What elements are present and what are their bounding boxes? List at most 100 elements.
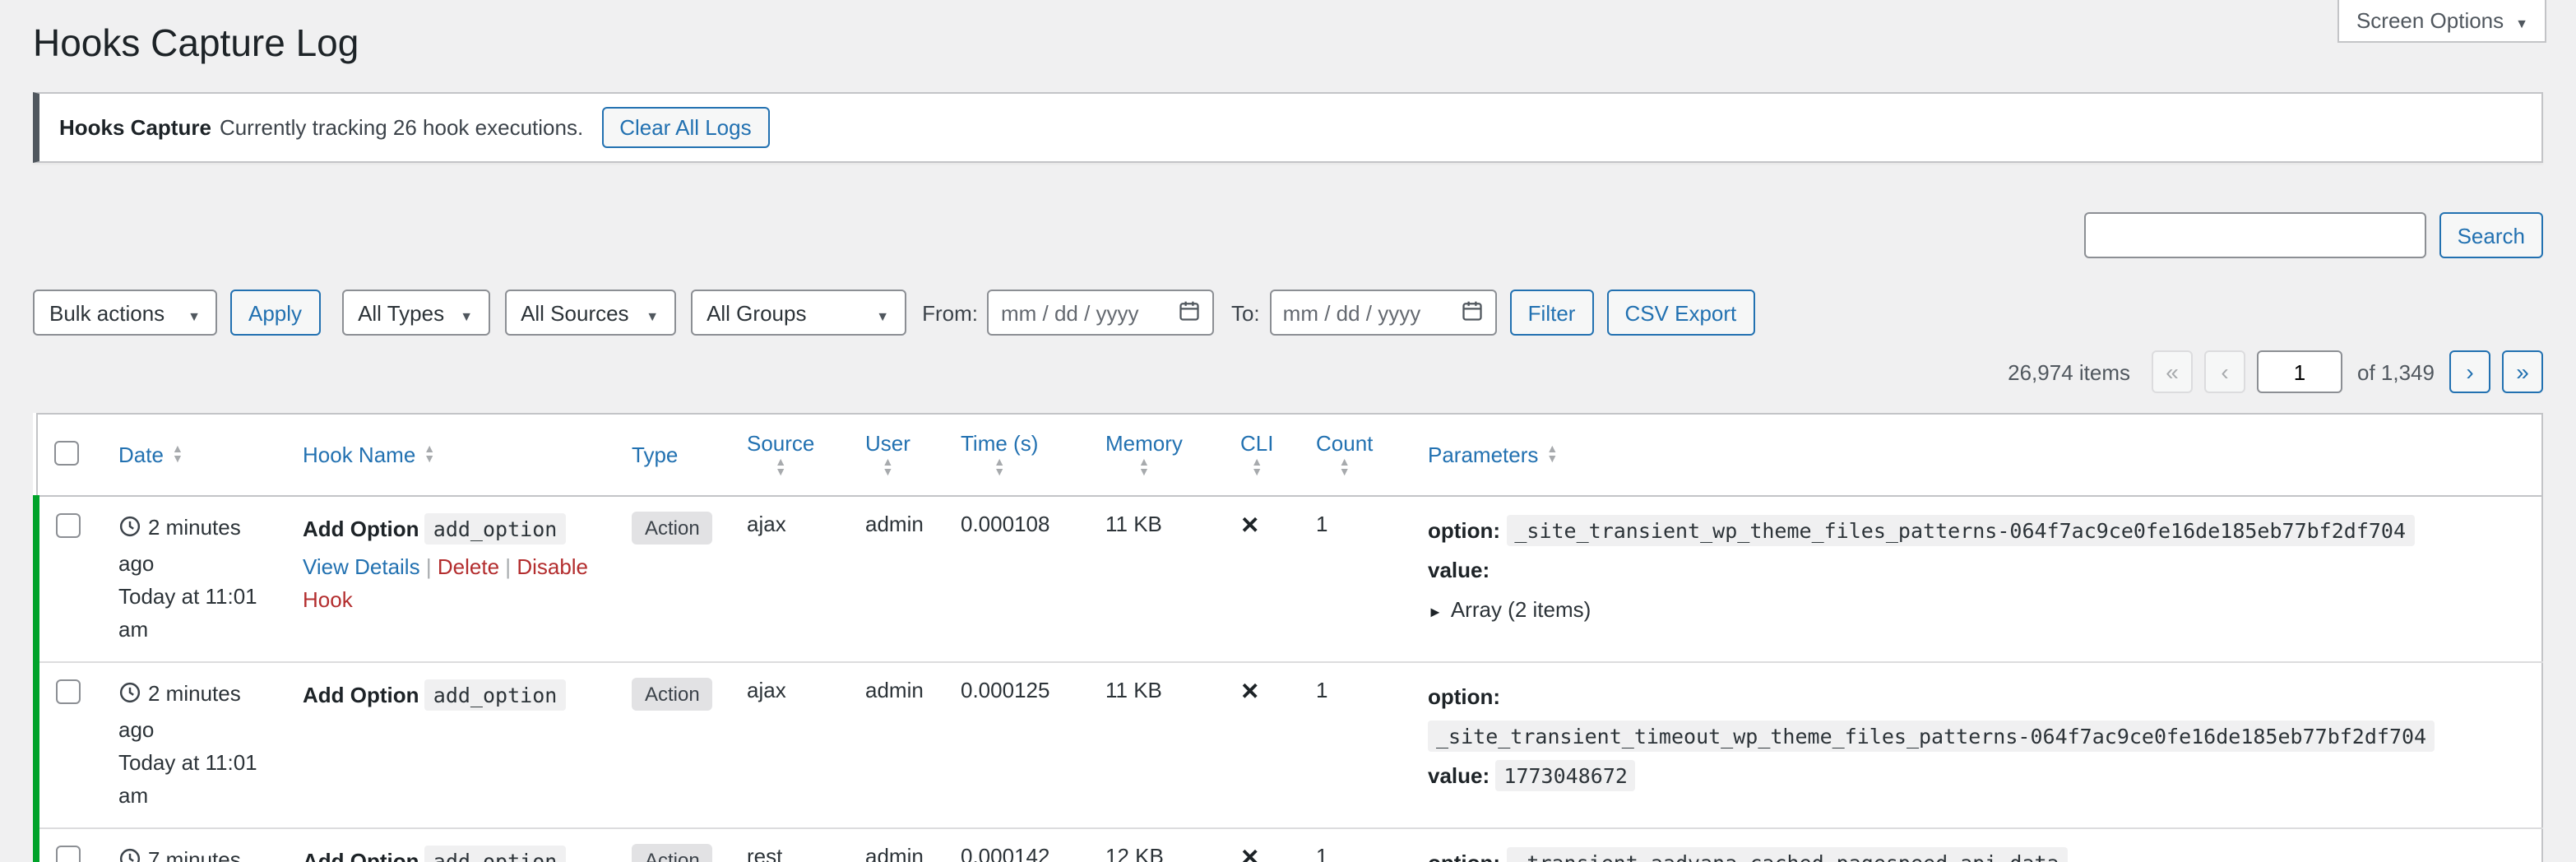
sort-icon [1339, 460, 1351, 480]
source-cell: ajax [734, 496, 852, 662]
table-row: 7 minutes ago Add Option add_option Acti… [36, 828, 2542, 862]
sort-icon [1138, 460, 1150, 480]
array-toggle-label[interactable]: Array (2 items) [1451, 597, 1591, 622]
apply-button[interactable]: Apply [230, 290, 320, 336]
type-cell: Action [619, 496, 734, 662]
bulk-actions-select[interactable]: Bulk actions [33, 290, 217, 336]
next-page-button[interactable]: › [2449, 350, 2490, 393]
type-cell: Action [619, 828, 734, 862]
search-button[interactable]: Search [2439, 212, 2543, 258]
hook-action-label: Add Option [303, 517, 419, 541]
date-placeholder: mm / dd / yyyy [1001, 300, 1139, 325]
screen-options-button[interactable]: Screen Options [2338, 0, 2546, 43]
calendar-icon[interactable] [1179, 299, 1202, 327]
table-header-row: Date Hook Name Type Source User Time (s) [36, 414, 2542, 496]
source-cell: ajax [734, 662, 852, 828]
column-label: Date [118, 443, 164, 467]
sort-icon [883, 460, 894, 480]
column-label: Count [1316, 432, 1373, 456]
column-header-date[interactable]: Date [105, 414, 290, 496]
row-checkbox[interactable] [56, 679, 81, 704]
column-label: Type [632, 443, 678, 467]
cross-icon: ✕ [1240, 844, 1259, 862]
first-page-button[interactable]: « [2152, 350, 2193, 393]
column-label: Source [747, 432, 814, 456]
view-details-link[interactable]: View Details [303, 554, 420, 579]
cli-cell: ✕ [1227, 828, 1303, 862]
hooks-log-table: Date Hook Name Type Source User Time (s) [33, 413, 2543, 862]
user-cell: admin [852, 828, 947, 862]
row-checkbox[interactable] [56, 513, 81, 538]
sort-icon [424, 445, 435, 465]
to-date-input[interactable]: mm / dd / yyyy [1270, 290, 1497, 336]
column-label: Time (s) [961, 432, 1038, 456]
column-header-count[interactable]: Count [1303, 414, 1415, 496]
column-header-memory[interactable]: Memory [1092, 414, 1227, 496]
from-date-input[interactable]: mm / dd / yyyy [988, 290, 1215, 336]
column-header-hook-name[interactable]: Hook Name [290, 414, 619, 496]
clock-icon [118, 847, 141, 862]
cross-icon: ✕ [1240, 678, 1259, 704]
time-cell: 0.000125 [947, 662, 1092, 828]
all-types-select[interactable]: All Types [341, 290, 489, 336]
filter-button[interactable]: Filter [1510, 290, 1594, 336]
cli-cell: ✕ [1227, 662, 1303, 828]
param-option-value: _site_transient_wp_theme_files_patterns-… [1506, 515, 2414, 546]
param-option-label: option: [1428, 850, 1500, 862]
row-checkbox[interactable] [56, 846, 81, 862]
all-types-label: All Types [358, 300, 444, 325]
column-header-type: Type [619, 414, 734, 496]
expand-array-icon[interactable]: ► [1428, 604, 1443, 620]
pagination: 26,974 items « ‹ of 1,349 › » [33, 350, 2543, 393]
absolute-date: Today at 11:01 am [118, 581, 276, 646]
param-option-value: _transient_aadvana_cached_pagespeed_api_… [1506, 847, 2067, 862]
calendar-icon[interactable] [1461, 299, 1484, 327]
select-all-checkbox[interactable] [53, 441, 78, 466]
hook-code: add_option [425, 513, 566, 545]
screen-options-label: Screen Options [2356, 8, 2504, 33]
csv-export-button[interactable]: CSV Export [1606, 290, 1754, 336]
hook-name-cell: Add Option add_option [290, 662, 619, 828]
hook-name-cell: Add Option add_option View Details | Del… [290, 496, 619, 662]
date-cell: 7 minutes ago [105, 828, 290, 862]
notice-message: Currently tracking 26 hook executions. [220, 115, 583, 140]
column-header-cli[interactable]: CLI [1227, 414, 1303, 496]
all-sources-select[interactable]: All Sources [504, 290, 675, 336]
delete-link[interactable]: Delete [438, 554, 499, 579]
table-row: 2 minutes ago Today at 11:01 am Add Opti… [36, 662, 2542, 828]
page: Screen Options Hooks Capture Log Hooks C… [0, 0, 2576, 862]
column-label: User [865, 432, 910, 456]
last-page-button[interactable]: » [2502, 350, 2543, 393]
type-badge: Action [632, 844, 713, 862]
clear-all-logs-button[interactable]: Clear All Logs [601, 107, 769, 148]
hook-name-cell: Add Option add_option [290, 828, 619, 862]
search-row: Search [33, 212, 2543, 258]
date-cell: 2 minutes ago Today at 11:01 am [105, 496, 290, 662]
total-pages-label: of 1,349 [2354, 359, 2438, 384]
sort-icon [1546, 445, 1558, 465]
current-page-input[interactable] [2257, 350, 2342, 393]
type-badge: Action [632, 678, 713, 711]
search-input[interactable] [2084, 212, 2426, 258]
memory-cell: 11 KB [1092, 662, 1227, 828]
column-header-source[interactable]: Source [734, 414, 852, 496]
column-header-time[interactable]: Time (s) [947, 414, 1092, 496]
prev-page-button[interactable]: ‹ [2204, 350, 2245, 393]
column-label: CLI [1240, 432, 1273, 456]
type-cell: Action [619, 662, 734, 828]
absolute-date: Today at 11:01 am [118, 747, 276, 813]
column-header-user[interactable]: User [852, 414, 947, 496]
sort-icon [1251, 460, 1263, 480]
column-label: Memory [1105, 432, 1183, 456]
parameters-cell: option: _transient_aadvana_cached_pagesp… [1415, 828, 2542, 862]
sort-icon [994, 460, 1005, 480]
page-title: Hooks Capture Log [33, 0, 2543, 69]
param-option-value: _site_transient_timeout_wp_theme_files_p… [1428, 721, 2435, 752]
param-value-label: value: [1428, 558, 1490, 582]
count-cell: 1 [1303, 662, 1415, 828]
hook-code: add_option [425, 846, 566, 862]
time-cell: 0.000108 [947, 496, 1092, 662]
all-groups-label: All Groups [707, 300, 806, 325]
column-header-parameters[interactable]: Parameters [1415, 414, 2542, 496]
all-groups-select[interactable]: All Groups [690, 290, 906, 336]
